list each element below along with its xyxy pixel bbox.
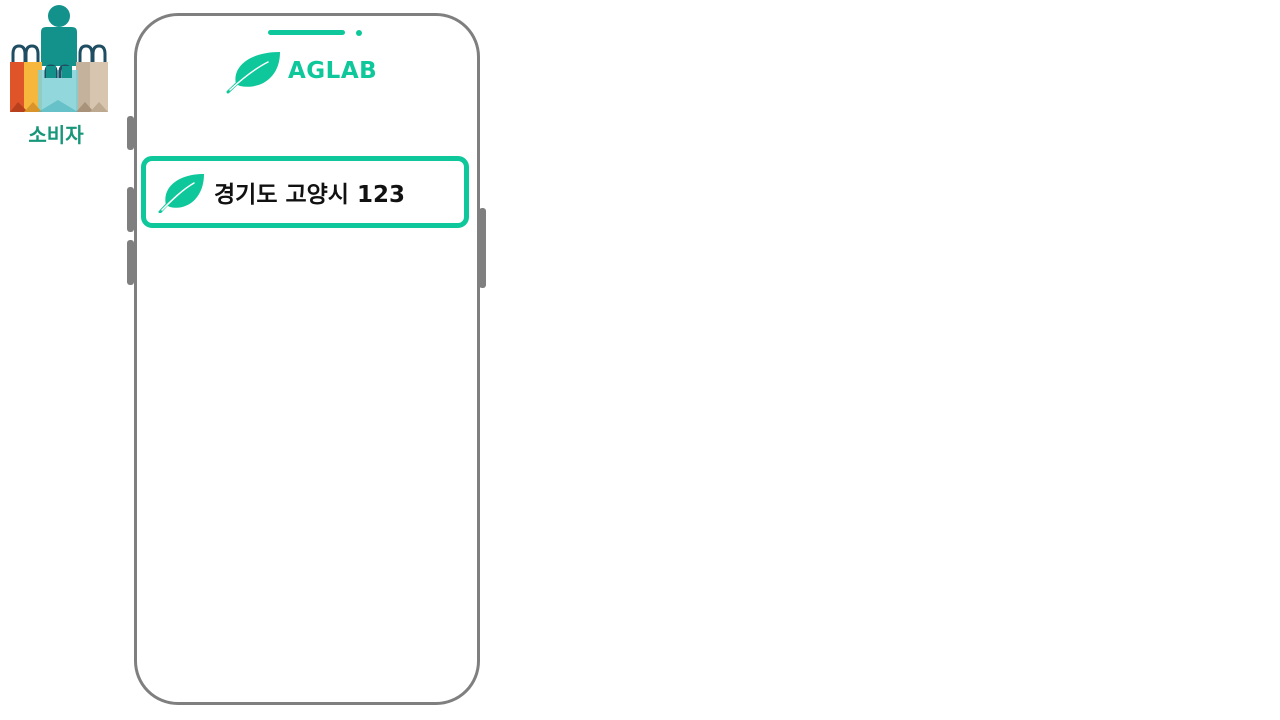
- brand-name: AGLAB: [288, 58, 378, 84]
- phone-volume-up-button: [127, 187, 134, 232]
- phone-mute-switch: [127, 116, 134, 150]
- app-brand: AGLAB: [226, 48, 377, 94]
- phone-speaker: [268, 30, 345, 35]
- canvas: 소비자 AGLAB 경기도 고양시 123: [0, 0, 1280, 720]
- phone-power-button: [479, 208, 486, 288]
- leaf-icon: [158, 174, 204, 213]
- consumer-label: 소비자: [28, 123, 84, 147]
- shopper-with-bags-icon: [10, 5, 108, 112]
- phone-camera: [356, 30, 362, 36]
- address-text: 경기도 고양시 123: [214, 182, 405, 208]
- leaf-icon: [226, 52, 280, 94]
- phone-frame: [134, 13, 480, 705]
- phone-volume-down-button: [127, 240, 134, 285]
- address-item[interactable]: 경기도 고양시 123: [141, 156, 469, 228]
